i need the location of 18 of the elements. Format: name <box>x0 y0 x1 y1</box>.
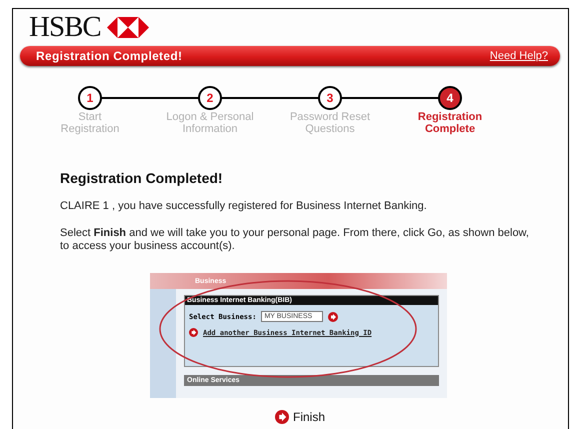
add-icon <box>189 328 198 337</box>
step-label: Registration Complete <box>418 111 482 135</box>
help-link[interactable]: Need Help? <box>490 50 548 62</box>
step-number: 2 <box>198 86 222 110</box>
hexagon-logo-icon <box>106 16 149 38</box>
page-heading: Registration Completed! <box>60 170 224 186</box>
finish-button[interactable]: Finish <box>274 410 325 424</box>
instruction-text: Select Finish and we will take you to your personal page. From there, click Go, as shown below, to access your business account(s). <box>60 227 530 253</box>
go-icon <box>328 312 338 322</box>
step-label: Password Reset Questions <box>290 111 370 135</box>
step-label: Start Registration <box>60 111 120 135</box>
step-number: 3 <box>318 86 342 110</box>
step-number: 4 <box>438 86 462 110</box>
brand-name: HSBC <box>29 10 101 44</box>
step-number: 1 <box>78 86 102 110</box>
step-label: Logon & Personal Information <box>166 111 254 135</box>
instruction-text: CLAIRE 1 , you have successfully registered for Business Internet Banking. <box>60 200 428 213</box>
banner-title: Registration Completed! <box>36 49 182 63</box>
